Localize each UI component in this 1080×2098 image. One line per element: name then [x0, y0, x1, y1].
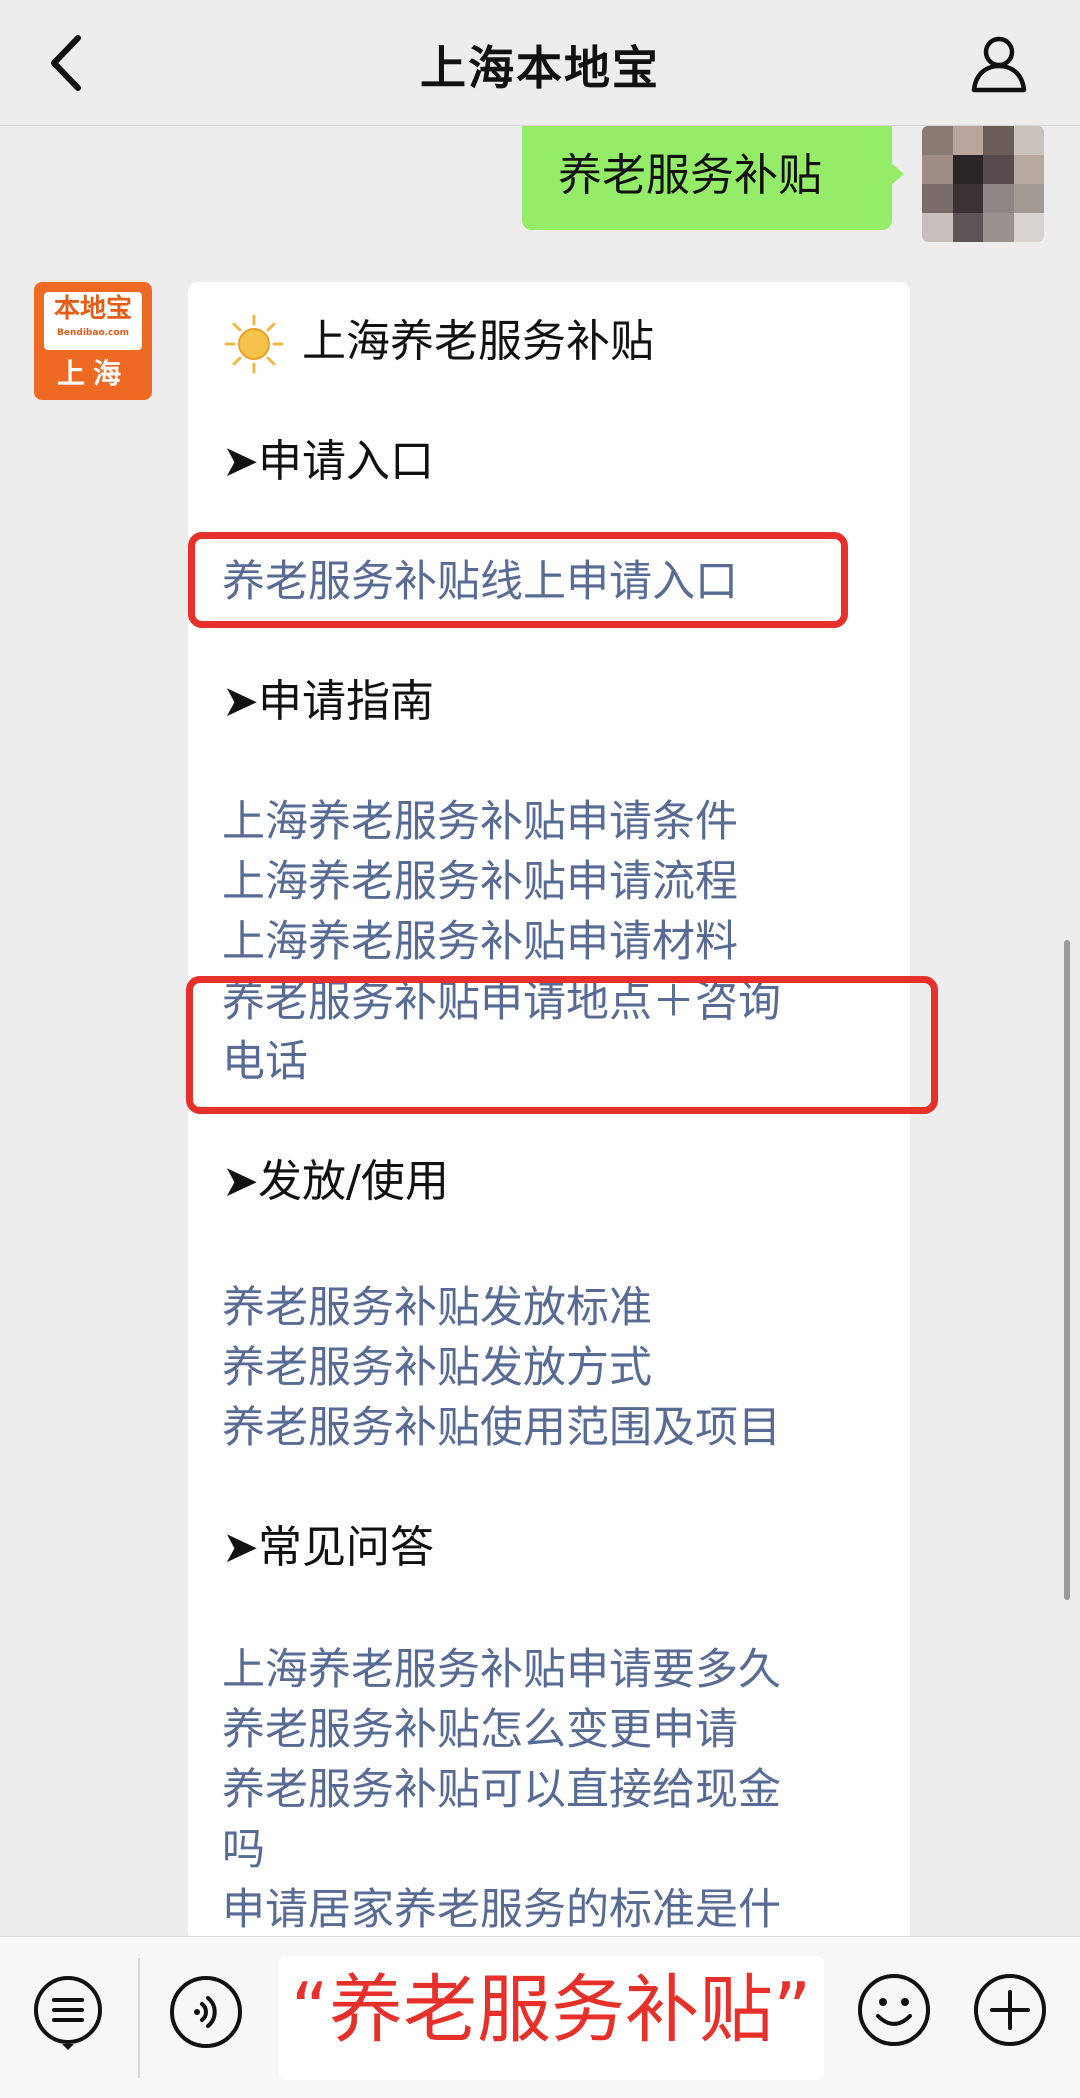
reply-title: 上海养老服务补贴 [302, 316, 654, 367]
link-usage-scope[interactable]: 养老服务补贴使用范围及项目 [222, 1398, 781, 1458]
arrow-icon: ➤ [222, 676, 259, 727]
section-heading-guide: ➤申请指南 [222, 672, 434, 732]
section-heading-distribution: ➤发放/使用 [222, 1152, 449, 1212]
scrollbar-thumb[interactable] [1064, 940, 1070, 1600]
link-distribution-method[interactable]: 养老服务补贴发放方式 [222, 1338, 652, 1398]
emoji-icon [858, 1974, 930, 2046]
profile-icon [971, 36, 1027, 93]
highlight-box [186, 976, 938, 1114]
link-faq-duration[interactable]: 上海养老服务补贴申请要多久 [222, 1640, 781, 1700]
voice-icon [170, 1976, 242, 2048]
link-faq-cash-cont[interactable]: 吗 [222, 1820, 265, 1880]
arrow-icon: ➤ [222, 1522, 259, 1573]
bot-avatar[interactable]: 本地宝 Bendibao.com 上海 [34, 282, 152, 400]
voice-button[interactable] [166, 1972, 246, 2052]
brand-name: 本地宝 [53, 294, 132, 324]
link-distribution-standard[interactable]: 养老服务补贴发放标准 [222, 1278, 652, 1338]
top-bar: 上海本地宝 [0, 0, 1080, 126]
section-heading-faq: ➤常见问答 [222, 1518, 434, 1578]
profile-button[interactable] [968, 32, 1030, 94]
plus-button[interactable] [970, 1970, 1050, 2050]
emoji-button[interactable] [854, 1970, 934, 2050]
keyword-label: “养老服务补贴” [290, 1967, 812, 2053]
link-faq-cash[interactable]: 养老服务补贴可以直接给现金 [222, 1760, 781, 1820]
plus-icon [974, 1974, 1046, 2046]
menu-button[interactable] [28, 1972, 108, 2052]
section-heading-apply-entry: ➤申请入口 [222, 432, 434, 492]
toolbar-divider [138, 1958, 140, 2078]
link-apply-conditions[interactable]: 上海养老服务补贴申请条件 [222, 792, 738, 852]
brand-logo: 本地宝 Bendibao.com [44, 292, 142, 350]
arrow-icon: ➤ [222, 1156, 259, 1207]
link-faq-change[interactable]: 养老服务补贴怎么变更申请 [222, 1700, 738, 1760]
link-apply-materials[interactable]: 上海养老服务补贴申请材料 [222, 912, 738, 972]
brand-url: Bendibao.com [57, 328, 129, 338]
sun-icon [224, 314, 284, 374]
page-title: 上海本地宝 [420, 41, 660, 95]
link-apply-process[interactable]: 上海养老服务补贴申请流程 [222, 852, 738, 912]
sent-message-bubble[interactable]: 养老服务补贴 [522, 126, 904, 230]
brand-city: 上海 [56, 357, 129, 390]
user-avatar[interactable] [922, 126, 1044, 242]
menu-icon [34, 1976, 102, 2050]
link-faq-standard[interactable]: 申请居家养老服务的标准是什 [222, 1880, 781, 1940]
highlight-box [188, 532, 848, 628]
arrow-icon: ➤ [222, 436, 259, 487]
